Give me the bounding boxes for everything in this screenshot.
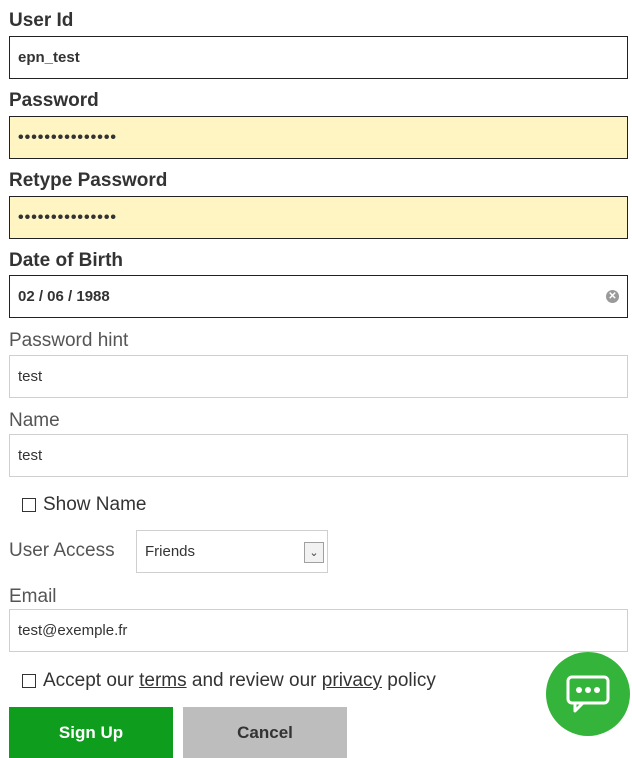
terms-text: Accept our terms and review our privacy … (43, 670, 436, 692)
chat-bubble-icon (566, 675, 610, 713)
cancel-button[interactable]: Cancel (183, 707, 347, 758)
dob-label: Date of Birth (9, 250, 123, 271)
show-name-checkbox[interactable] (22, 498, 36, 512)
name-label: Name (9, 410, 60, 431)
email-label: Email (9, 586, 57, 607)
name-input[interactable]: test (9, 434, 628, 477)
password-masked: ••••••••••••••• (18, 128, 118, 146)
clear-icon[interactable]: ✕ (606, 290, 619, 303)
password-input[interactable]: ••••••••••••••• (9, 116, 628, 159)
password-label: Password (9, 90, 99, 111)
sign-up-button[interactable]: Sign Up (9, 707, 173, 758)
email-value: test@exemple.fr (18, 622, 128, 639)
password-hint-value: test (18, 368, 43, 385)
name-value: test (18, 447, 43, 464)
user-id-label: User Id (9, 10, 74, 31)
chevron-down-icon[interactable]: ⌄ (304, 542, 324, 563)
dob-input[interactable]: 02 / 06 / 1988 ✕ (9, 275, 628, 318)
user-id-value: epn_test (18, 49, 80, 66)
terms-suffix: policy (387, 670, 436, 691)
email-input[interactable]: test@exemple.fr (9, 609, 628, 652)
terms-prefix: Accept our (43, 670, 134, 691)
terms-checkbox[interactable] (22, 674, 36, 688)
user-access-selected: Friends (145, 543, 196, 560)
user-access-select[interactable]: Friends ⌄ (136, 530, 328, 573)
privacy-link[interactable]: privacy (322, 670, 382, 691)
user-access-label: User Access (9, 540, 115, 561)
terms-middle: and review our (191, 670, 317, 691)
password-hint-label: Password hint (9, 330, 129, 351)
retype-password-input[interactable]: ••••••••••••••• (9, 196, 628, 239)
password-hint-input[interactable]: test (9, 355, 628, 398)
retype-password-masked: ••••••••••••••• (18, 208, 118, 226)
retype-password-label: Retype Password (9, 170, 168, 191)
show-name-label: Show Name (43, 494, 147, 515)
user-id-input[interactable]: epn_test (9, 36, 628, 79)
dob-value: 02 / 06 / 1988 (18, 288, 110, 305)
terms-link[interactable]: terms (139, 670, 187, 691)
chat-button[interactable] (546, 652, 630, 736)
